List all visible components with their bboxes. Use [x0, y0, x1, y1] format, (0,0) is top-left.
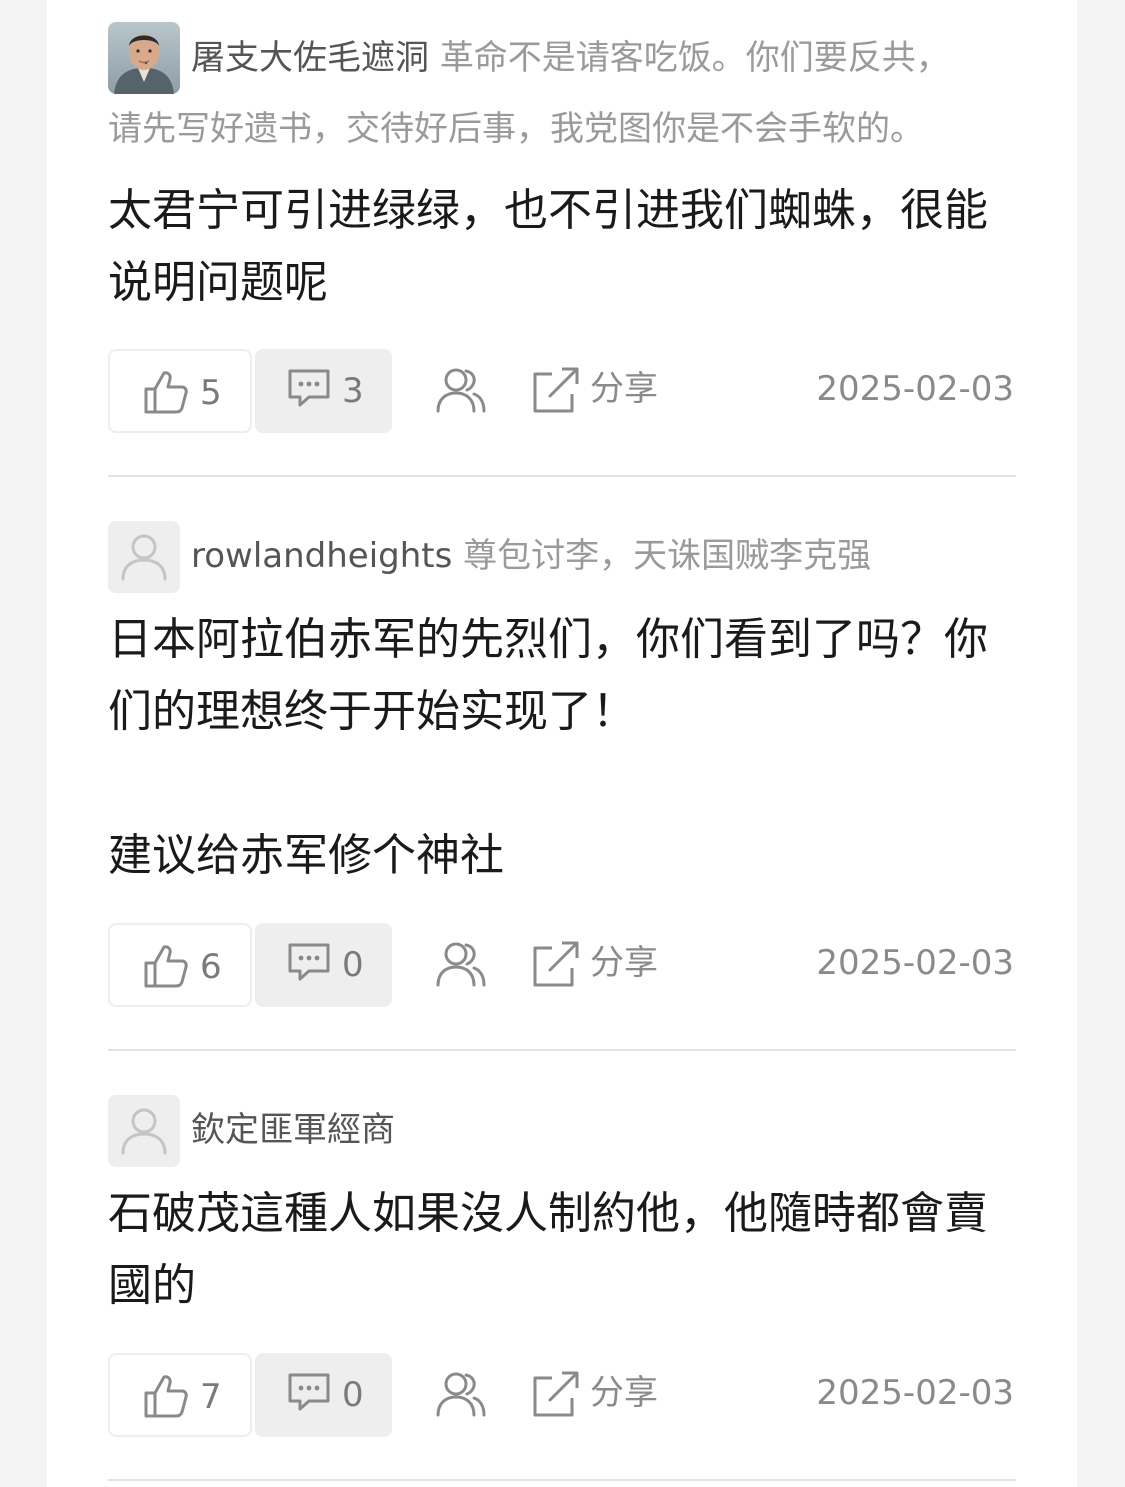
user-signature: 尊包讨李，天诛国贼李克强 [463, 536, 872, 576]
username[interactable]: rowlandheights [191, 536, 452, 576]
comment-bubble-icon [288, 943, 330, 981]
comment-header: rowlandheights 尊包讨李，天诛国贼李克强 [191, 536, 871, 576]
comment-header: 屠支大佐毛遮洞 革命不是请客吃饭。你们要反共， [191, 38, 950, 78]
reply-button[interactable]: 3 [255, 349, 392, 433]
thumbs-up-icon [144, 1375, 188, 1418]
comment-body: 日本阿拉伯赤军的先烈们，你们看到了吗？你 们的理想终于开始实现了！ 建议给赤军修… [108, 614, 988, 881]
comment-item: rowlandheights 尊包讨李，天诛国贼李克强 日本阿拉伯赤军的先烈们，… [108, 520, 1016, 1052]
comment-date: 2025-02-03 [816, 369, 1014, 409]
portrait-avatar-image [108, 22, 180, 94]
like-count: 7 [200, 1377, 222, 1417]
like-count: 5 [200, 373, 222, 413]
avatar[interactable] [108, 1095, 180, 1167]
share-icon[interactable] [532, 1370, 580, 1418]
share-button[interactable]: 分享 [590, 1373, 658, 1413]
user-signature-continued: 请先写好遗书，交待好后事，我党图你是不会手软的。 [108, 109, 924, 149]
comment-body: 太君宁可引进绿绿，也不引进我们蜘蛛，很能 说明问题呢 [108, 185, 988, 308]
reply-button[interactable]: 0 [255, 923, 392, 1007]
avatar[interactable] [108, 521, 180, 593]
divider [108, 1049, 1016, 1051]
comment-date: 2025-02-03 [816, 1373, 1014, 1413]
comment-item: 屠支大佐毛遮洞 革命不是请客吃饭。你们要反共， 请先写好遗书，交待好后事，我党图… [108, 0, 1016, 480]
default-user-icon [121, 534, 167, 581]
share-button[interactable]: 分享 [590, 943, 658, 983]
reply-count: 3 [342, 371, 364, 411]
thumbs-up-icon [144, 945, 188, 988]
comment-actions: 7 0 分享 2025-02-03 [108, 1353, 1016, 1437]
like-button[interactable]: 5 [108, 349, 252, 433]
share-icon[interactable] [532, 366, 580, 414]
comment-list: 屠支大佐毛遮洞 革命不是请客吃饭。你们要反共， 请先写好遗书，交待好后事，我党图… [47, 0, 1077, 1487]
comment-body: 石破茂這種人如果沒人制約他，他隨時都會賣 國的 [108, 1188, 988, 1311]
user-signature: 革命不是请客吃饭。你们要反共， [439, 38, 950, 78]
like-button[interactable]: 7 [108, 1353, 252, 1437]
divider [108, 475, 1016, 477]
users-icon[interactable] [436, 367, 486, 413]
users-icon[interactable] [436, 941, 486, 987]
share-button[interactable]: 分享 [590, 369, 658, 409]
username[interactable]: 欽定匪軍經商 [191, 1110, 395, 1150]
comment-bubble-icon [288, 1373, 330, 1411]
like-button[interactable]: 6 [108, 923, 252, 1007]
share-icon[interactable] [532, 940, 580, 988]
avatar[interactable] [108, 22, 180, 94]
default-user-icon [121, 1108, 167, 1155]
reply-button[interactable]: 0 [255, 1353, 392, 1437]
comment-actions: 5 3 分享 2025-02-03 [108, 349, 1016, 433]
comment-item: 欽定匪軍經商 石破茂這種人如果沒人制約他，他隨時都會賣 國的 7 0 分享 20… [108, 1094, 1016, 1487]
comment-header: 欽定匪軍經商 [191, 1110, 395, 1150]
reply-count: 0 [342, 1375, 364, 1415]
username[interactable]: 屠支大佐毛遮洞 [191, 38, 429, 78]
comment-date: 2025-02-03 [816, 943, 1014, 983]
reply-count: 0 [342, 945, 364, 985]
like-count: 6 [200, 947, 222, 987]
comment-actions: 6 0 分享 2025-02-03 [108, 923, 1016, 1007]
divider [108, 1479, 1016, 1481]
comment-bubble-icon [288, 369, 330, 407]
thumbs-up-icon [144, 371, 188, 414]
users-icon[interactable] [436, 1371, 486, 1417]
